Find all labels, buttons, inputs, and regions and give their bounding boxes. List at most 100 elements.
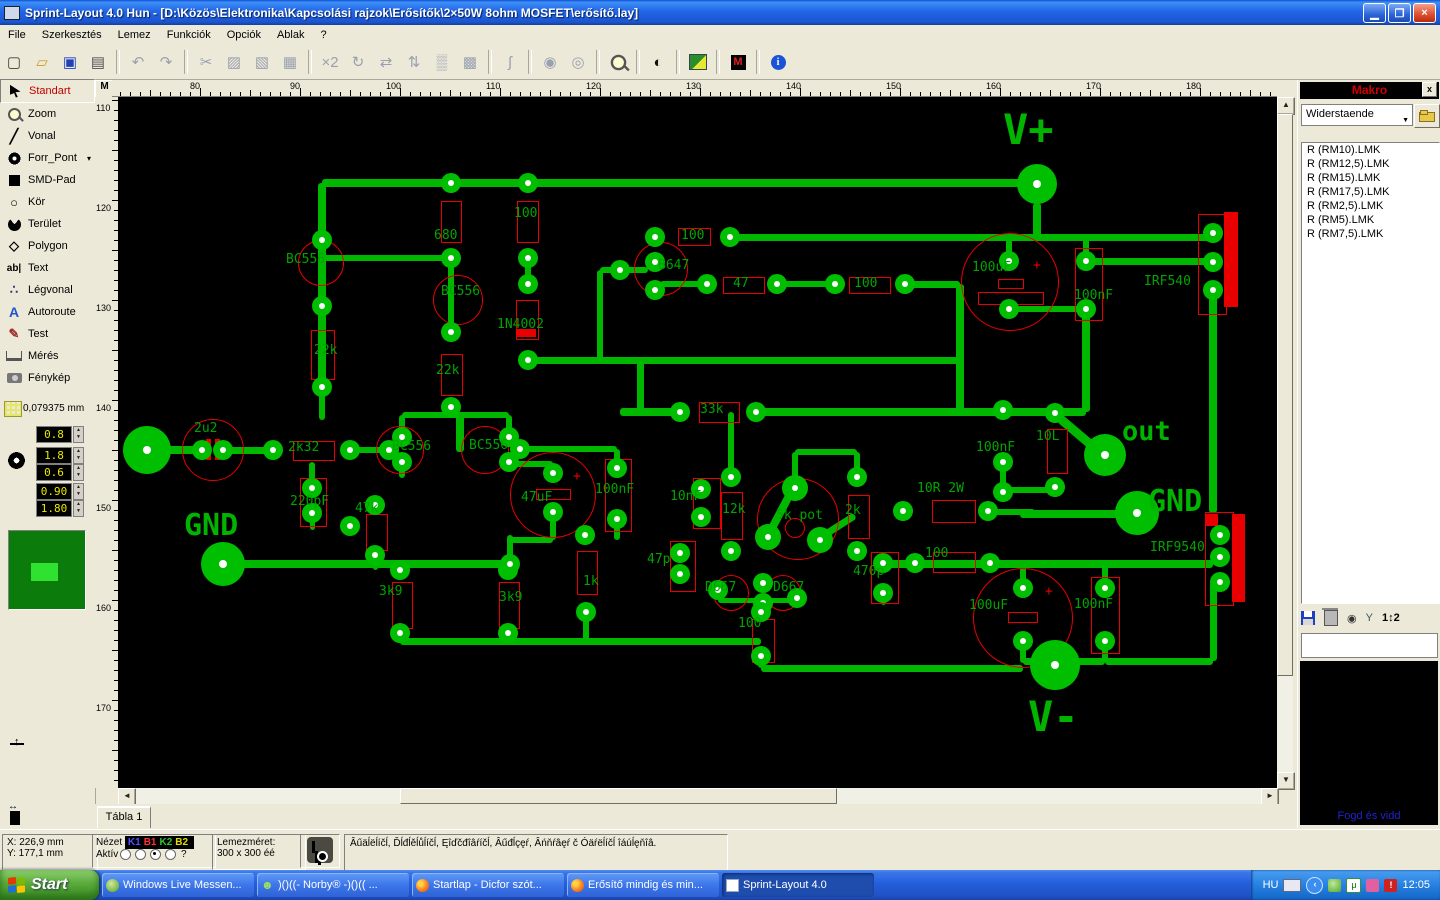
pcb-label[interactable]: 2k — [845, 503, 861, 518]
pcb-label[interactable]: 470p — [853, 564, 884, 579]
pcb-pad[interactable] — [575, 525, 595, 545]
pcb-trace[interactable] — [597, 270, 603, 360]
pcb-pad[interactable] — [720, 227, 740, 247]
print-button[interactable]: ▤ — [85, 49, 111, 75]
pcb-trace[interactable] — [510, 537, 553, 543]
board-colors-button[interactable] — [685, 49, 711, 75]
pcb-pad[interactable] — [825, 274, 845, 294]
pcb-label[interactable]: 100 — [514, 206, 537, 221]
pcb-pad[interactable] — [518, 274, 538, 294]
macro-junction-button[interactable]: Y — [1366, 612, 1373, 624]
layer-K2[interactable]: K2 — [160, 837, 173, 848]
contrast-view-button[interactable]: ◐ — [645, 49, 671, 75]
pcb-label[interactable]: B647 — [658, 258, 689, 273]
pcb-pad[interactable] — [1210, 572, 1230, 592]
pcb-trace[interactable] — [400, 637, 761, 645]
pcb-silk-fill[interactable] — [1206, 514, 1218, 526]
pcb-pad[interactable] — [691, 507, 711, 527]
pcb-pad[interactable] — [518, 248, 538, 268]
pcb-pad[interactable] — [905, 553, 925, 573]
grid-icon[interactable] — [4, 401, 22, 417]
menu-item-szerkeszts[interactable]: Szerkesztés — [34, 27, 110, 43]
macro-name-field[interactable] — [1301, 633, 1438, 658]
start-button[interactable]: Start — [0, 870, 99, 900]
macro-list-item[interactable]: R (RM17,5).LMK — [1302, 185, 1439, 199]
pcb-pad[interactable] — [767, 274, 787, 294]
pcb-label[interactable]: D667 — [773, 580, 804, 595]
pcb-pad[interactable] — [1045, 477, 1065, 497]
pcb-label[interactable]: 100nF — [1074, 288, 1113, 303]
macro-list-item[interactable]: R (RM7,5).LMK — [1302, 227, 1439, 241]
pcb-pad[interactable] — [365, 545, 385, 565]
macro-close-button[interactable]: x — [1422, 82, 1437, 97]
title-bar[interactable]: Sprint-Layout 4.0 Hun - [D:\Közös\Elektr… — [0, 0, 1440, 25]
pcb-pad[interactable] — [1210, 547, 1230, 567]
tray-mu-icon[interactable]: μ — [1346, 877, 1362, 893]
pcb-trace[interactable] — [1086, 257, 1213, 265]
pcb-pad[interactable] — [312, 230, 332, 250]
pcb-label[interactable]: 100nF — [595, 482, 634, 497]
macro-panel-button[interactable]: M — [725, 49, 751, 75]
pcb-pad[interactable] — [607, 458, 627, 478]
macro-open-folder-button[interactable] — [1414, 104, 1440, 128]
macro-list-item[interactable]: R (RM2,5).LMK — [1302, 199, 1439, 213]
pcb-label[interactable]: 100 — [854, 276, 877, 291]
pcb-pad[interactable] — [312, 296, 332, 316]
pcb-pad[interactable] — [263, 440, 283, 460]
info-button[interactable]: i — [765, 49, 791, 75]
pcb-pad[interactable] — [980, 553, 1000, 573]
pcb-pad[interactable] — [392, 452, 412, 472]
menu-item-ablak[interactable]: Ablak — [269, 27, 313, 43]
menu-item-lemez[interactable]: Lemez — [110, 27, 159, 43]
save-macro-button[interactable] — [1301, 611, 1315, 625]
pcb-pad[interactable] — [1045, 403, 1065, 423]
layer-help[interactable]: ? — [181, 849, 187, 860]
pcb-pad[interactable] — [1013, 631, 1033, 651]
pcb-net-label[interactable]: V- — [1028, 692, 1079, 741]
pcb-pad[interactable] — [543, 463, 563, 483]
pcb-pad[interactable] — [847, 541, 867, 561]
macro-ground-plane-button[interactable]: ◉ — [1347, 612, 1357, 625]
track-width-value[interactable]: 0.8 — [36, 426, 72, 443]
pcb-pad[interactable] — [518, 173, 538, 193]
pcb-label[interactable]: 12k — [722, 502, 745, 517]
pcb-pad[interactable] — [1203, 223, 1223, 243]
pcb-pad[interactable] — [755, 524, 781, 550]
horizontal-scroll-thumb[interactable] — [400, 788, 837, 804]
pcb-label[interactable]: IRF540 — [1144, 274, 1191, 289]
tool-autoroute[interactable]: A Autoroute — [0, 301, 95, 323]
layer-B1[interactable]: B1 — [144, 837, 157, 848]
tray-alert-icon[interactable]: ! — [1384, 878, 1398, 892]
clock[interactable]: 12:05 — [1402, 879, 1430, 891]
pcb-pad[interactable] — [873, 583, 893, 603]
pcb-net-label[interactable]: V+ — [1003, 105, 1054, 154]
pcb-pad[interactable] — [782, 475, 808, 501]
pcb-pad[interactable] — [576, 602, 596, 622]
tray-pink-icon[interactable] — [1366, 878, 1380, 892]
tool-smd-pad[interactable]: SMD-Pad — [0, 169, 95, 191]
pcb-pad[interactable] — [993, 482, 1013, 502]
pcb-pad[interactable] — [498, 623, 518, 643]
pcb-pad[interactable] — [895, 274, 915, 294]
zoom-tool-button[interactable] — [605, 49, 631, 75]
pcb-pad[interactable] — [312, 377, 332, 397]
pcb-pad[interactable] — [993, 452, 1013, 472]
pcb-pad[interactable] — [1095, 631, 1115, 651]
pcb-label[interactable]: IRF9540 — [1150, 540, 1205, 555]
pcb-canvas[interactable]: + + + BC556 680 100 1N4002 22k 22k BC556 B647 100 47… — [118, 97, 1277, 788]
tool-forr_pont[interactable]: Forr_Pont ▾ — [0, 147, 95, 169]
pcb-label[interactable]: D667 — [705, 580, 736, 595]
pcb-pad[interactable] — [610, 260, 630, 280]
active-layer-radio-3[interactable] — [150, 849, 162, 860]
pcb-pad[interactable] — [670, 543, 690, 563]
pcb-trace[interactable] — [520, 446, 617, 452]
pcb-pad[interactable] — [390, 623, 410, 643]
macro-preview[interactable]: Fogd és vidd — [1300, 661, 1438, 825]
taskbar-task[interactable]: Erősítő mindig és min... — [567, 873, 719, 897]
pcb-label[interactable]: 47k — [355, 501, 378, 516]
pcb-label[interactable]: BC556 — [392, 439, 431, 454]
layer-K1[interactable]: K1 — [128, 837, 141, 848]
pcb-pad[interactable] — [697, 274, 717, 294]
pcb-label[interactable]: 100uF — [972, 260, 1011, 275]
layer-B2[interactable]: B2 — [175, 837, 188, 848]
